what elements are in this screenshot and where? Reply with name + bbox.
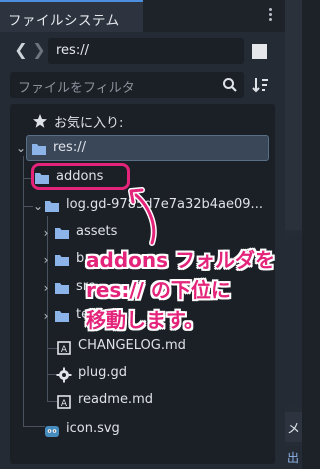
favorites-row[interactable]: お気に入り: — [10, 108, 275, 134]
star-icon — [33, 114, 47, 128]
filter-row: ファイルをフィルタ — [0, 70, 285, 100]
chevron-right-icon[interactable]: › — [40, 308, 52, 324]
tab-label: ファイルシステム — [8, 13, 120, 29]
svg-text:A: A — [61, 399, 68, 409]
annotation-note: addons フォルダを res:// の下位に 移動します。 — [86, 245, 300, 335]
folder-icon — [32, 144, 46, 155]
svg-text:A: A — [61, 345, 68, 355]
tree-row-assets[interactable]: › assets — [10, 220, 275, 246]
text-file-icon: A — [57, 341, 71, 355]
chevron-right-icon[interactable]: › — [40, 252, 52, 268]
tree-item-label: readme.md — [78, 392, 153, 407]
folder-icon — [55, 228, 69, 239]
gear-icon — [56, 367, 72, 383]
godot-logo-icon — [45, 426, 59, 437]
chevron-down-icon[interactable]: ⌄ — [32, 198, 44, 214]
favorites-label: お気に入り: — [54, 116, 124, 131]
folder-icon — [55, 311, 69, 322]
folder-icon — [45, 201, 59, 212]
tree-row-log-gd[interactable]: ⌄ log.gd-9785d7e7a32b4ae09... — [10, 193, 275, 219]
highlight-box — [31, 163, 130, 190]
path-row: ❮ ❯ res:// — [0, 36, 285, 66]
tree-item-label: assets — [76, 224, 118, 239]
right-panel-row-label: 出 — [287, 451, 300, 465]
search-icon — [223, 78, 237, 92]
forward-arrow-icon[interactable]: ❯ — [32, 40, 46, 60]
filter-placeholder: ファイルをフィルタ — [18, 81, 135, 96]
chevron-right-icon[interactable]: › — [40, 225, 52, 241]
tree-item-label: plug.gd — [78, 365, 127, 380]
sort-icon[interactable] — [252, 76, 270, 94]
path-input[interactable]: res:// — [48, 38, 244, 64]
tree-item-label: icon.svg — [66, 421, 120, 436]
folder-icon — [55, 255, 69, 266]
annotation-line: 移動します。 — [86, 308, 204, 332]
right-panel-row: 出 — [285, 446, 302, 469]
tree-item-label: CHANGELOG.md — [78, 338, 186, 353]
folder-icon — [55, 283, 69, 294]
tab-filesystem[interactable]: ファイルシステム — [0, 0, 143, 32]
back-arrow-icon[interactable]: ❮ — [14, 40, 28, 60]
tree-item-label: b — [76, 251, 85, 266]
tree-row-readme[interactable]: A readme.md — [10, 388, 275, 414]
right-panel-tab[interactable]: メ — [285, 412, 302, 442]
filesystem-dock: ファイルシステム ❮ ❯ res:// ファイルをフィルタ お気に入り: res… — [0, 0, 285, 469]
right-panel-tab-label: メ — [287, 422, 301, 437]
dock-tabbar: ファイルシステム — [0, 0, 285, 32]
annotation-line: res:// の下位に — [86, 278, 231, 302]
dock-menu-icon[interactable] — [265, 6, 275, 26]
tree-row-plug-gd[interactable]: plug.gd — [10, 361, 275, 387]
filter-input[interactable]: ファイルをフィルタ — [10, 72, 244, 98]
annotation-line: addons フォルダを — [86, 248, 275, 272]
tree-row-icon-svg[interactable]: icon.svg — [10, 417, 275, 443]
split-view-toggle-icon[interactable] — [252, 44, 267, 59]
chevron-right-icon[interactable]: › — [40, 280, 52, 296]
tree-row-root[interactable]: res:// — [26, 135, 269, 161]
text-file-icon: A — [57, 395, 71, 409]
right-panel-upper — [285, 0, 302, 230]
tree-row-changelog[interactable]: A CHANGELOG.md — [10, 334, 275, 360]
right-panel-strip: メ 出 — [285, 0, 302, 469]
tree-item-label: log.gd-9785d7e7a32b4ae09... — [66, 197, 263, 212]
tree-item-label: res:// — [53, 140, 86, 155]
chevron-down-icon[interactable]: ⌄ — [15, 140, 27, 156]
